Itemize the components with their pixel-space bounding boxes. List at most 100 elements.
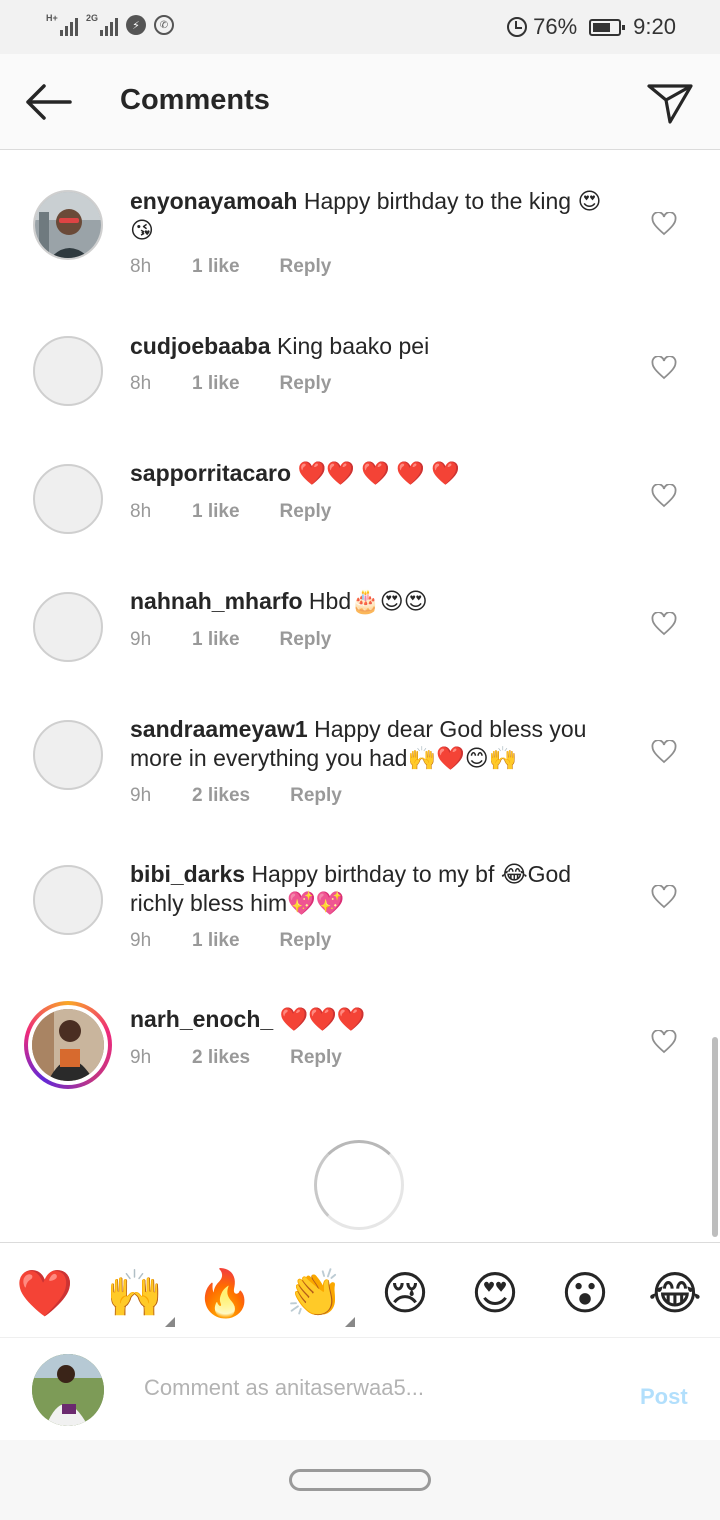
heart-outline-icon <box>651 211 677 236</box>
like-button[interactable] <box>651 611 677 636</box>
comment-likes[interactable]: 1 like <box>192 501 240 523</box>
comment-username[interactable]: sandraameyaw1 <box>130 716 308 742</box>
reaction-raised-hands-glyph: 🙌 <box>106 1266 164 1320</box>
clock: 9:20 <box>633 14 676 39</box>
comment-likes[interactable]: 2 likes <box>192 785 250 807</box>
comment-input[interactable] <box>144 1368 574 1408</box>
avatar-story-ring[interactable] <box>24 1001 112 1089</box>
comment-meta: 9h 2 likes Reply <box>130 1047 342 1069</box>
like-button[interactable] <box>651 1029 677 1054</box>
quick-reaction-bar: ❤️ 🙌 🔥 👏 😢 😍 😮 😂 <box>0 1242 720 1338</box>
reply-button[interactable]: Reply <box>280 256 332 278</box>
messenger-icon: ⚡ <box>126 15 146 35</box>
avatar <box>32 1009 104 1081</box>
comment-username[interactable]: sapporritacaro <box>130 460 291 486</box>
avatar[interactable] <box>33 464 103 534</box>
comment-time: 9h <box>130 1047 152 1068</box>
comment-body: nahnah_mharfo Hbd🎂😍😍 <box>130 587 620 616</box>
heart-outline-icon <box>651 884 677 909</box>
avatar[interactable] <box>33 592 103 662</box>
loading-spinner <box>314 1140 404 1230</box>
comment-username[interactable]: narh_enoch_ <box>130 1006 273 1032</box>
reaction-heart[interactable]: ❤️ <box>16 1265 73 1321</box>
whatsapp-icon: ✆ <box>154 15 174 35</box>
heart-outline-icon <box>651 483 677 508</box>
comment-composer: Post <box>0 1338 720 1440</box>
scrollbar[interactable] <box>712 1037 718 1237</box>
comment-time: 8h <box>130 373 152 394</box>
battery-icon <box>589 18 626 36</box>
comment-likes[interactable]: 1 like <box>192 373 240 395</box>
avatar[interactable] <box>33 336 103 406</box>
comment-likes[interactable]: 2 likes <box>192 1047 250 1069</box>
avatar[interactable] <box>33 190 103 260</box>
reply-button[interactable]: Reply <box>280 373 332 395</box>
comment-username[interactable]: bibi_darks <box>130 861 245 887</box>
comment-time: 9h <box>130 629 152 650</box>
comment-username[interactable]: cudjoebaaba <box>130 333 271 359</box>
comment-body: cudjoebaaba King baako pei <box>130 332 620 361</box>
battery-percent: 76% <box>533 14 578 39</box>
like-button[interactable] <box>651 211 677 236</box>
comment-meta: 8h 1 like Reply <box>130 501 331 523</box>
comment-text: ❤️❤️❤️ <box>279 1006 366 1032</box>
heart-outline-icon <box>651 739 677 764</box>
avatar[interactable] <box>33 865 103 935</box>
paper-plane-icon <box>647 84 693 124</box>
reply-button[interactable]: Reply <box>280 501 332 523</box>
comment-likes[interactable]: 1 like <box>192 930 240 952</box>
home-gesture-bar[interactable] <box>289 1469 431 1491</box>
comment-time: 8h <box>130 256 152 277</box>
comment-meta: 9h 2 likes Reply <box>130 785 342 807</box>
reply-button[interactable]: Reply <box>290 785 342 807</box>
reaction-surprised[interactable]: 😮 <box>557 1265 613 1321</box>
comment-meta: 8h 1 like Reply <box>130 256 331 278</box>
reaction-raised-hands[interactable]: 🙌 <box>106 1265 175 1327</box>
post-button[interactable]: Post <box>640 1384 688 1410</box>
like-button[interactable] <box>651 483 677 508</box>
comment-text: King baako pei <box>277 333 430 359</box>
comment-time: 8h <box>130 501 152 522</box>
reaction-fire[interactable]: 🔥 <box>196 1265 253 1321</box>
status-left: H+ 2G ⚡ ✆ <box>46 14 174 36</box>
comment-likes[interactable]: 1 like <box>192 629 240 651</box>
comment-time: 9h <box>130 785 152 806</box>
comment-body: enyonayamoah Happy birthday to the king … <box>130 187 620 245</box>
back-button[interactable] <box>22 82 74 122</box>
reply-button[interactable]: Reply <box>290 1047 342 1069</box>
alarm-icon <box>507 17 528 37</box>
heart-outline-icon <box>651 611 677 636</box>
reaction-clap[interactable]: 👏 <box>286 1265 355 1327</box>
arrow-left-icon <box>26 84 72 120</box>
share-button[interactable] <box>646 78 694 126</box>
comment-body: bibi_darks Happy birthday to my bf 😂God … <box>130 860 620 918</box>
network-type-label: H+ <box>46 13 58 23</box>
reply-button[interactable]: Reply <box>280 629 332 651</box>
comment-likes[interactable]: 1 like <box>192 256 240 278</box>
comment-username[interactable]: enyonayamoah <box>130 188 297 214</box>
my-avatar <box>32 1354 104 1426</box>
comment-text: ❤️❤️ ❤️ ❤️ ❤️ <box>297 460 460 486</box>
reply-button[interactable]: Reply <box>280 930 332 952</box>
header: Comments <box>0 54 720 150</box>
like-button[interactable] <box>651 884 677 909</box>
status-bar: H+ 2G ⚡ ✆ 76% 9:20 <box>0 0 720 54</box>
comment-body: narh_enoch_ ❤️❤️❤️ <box>130 1005 620 1034</box>
avatar[interactable] <box>33 720 103 790</box>
network-type-label-2: 2G <box>86 13 99 23</box>
comment-meta: 9h 1 like Reply <box>130 629 331 651</box>
signal-icon-2: 2G <box>86 14 118 36</box>
like-button[interactable] <box>651 739 677 764</box>
avatar-photo <box>35 192 101 258</box>
reaction-heart-eyes[interactable]: 😍 <box>467 1265 523 1321</box>
status-right: 76% 9:20 <box>507 14 676 40</box>
comment-username[interactable]: nahnah_mharfo <box>130 588 303 614</box>
like-button[interactable] <box>651 355 677 380</box>
reaction-crying[interactable]: 😢 <box>377 1265 433 1321</box>
reaction-laughing[interactable]: 😂 <box>647 1265 703 1321</box>
comment-meta: 9h 1 like Reply <box>130 930 331 952</box>
avatar-photo <box>32 1354 104 1426</box>
signal-icon: H+ <box>46 14 78 36</box>
comment-meta: 8h 1 like Reply <box>130 373 331 395</box>
comment-time: 9h <box>130 930 152 951</box>
